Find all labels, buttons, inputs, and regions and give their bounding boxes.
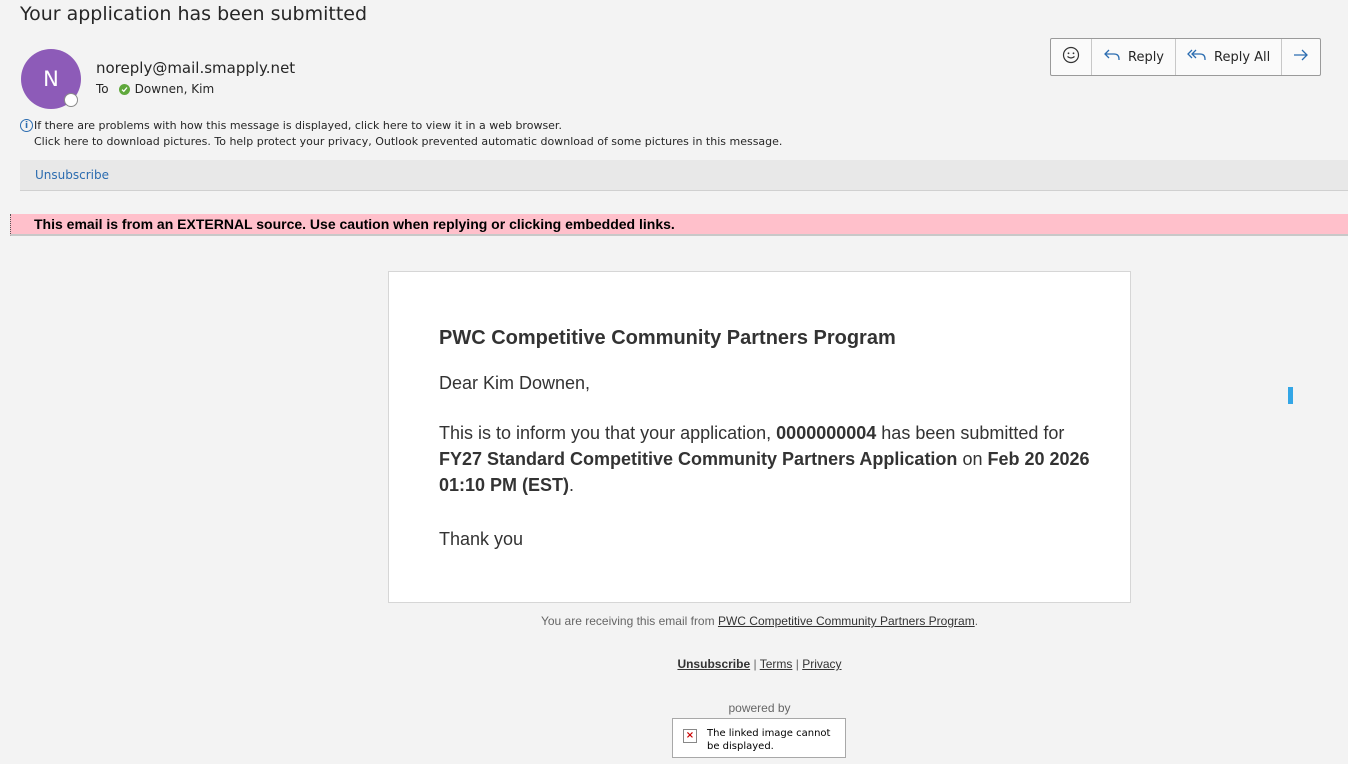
separator: | xyxy=(753,657,757,671)
separator: | xyxy=(795,657,799,671)
receiving-text: You are receiving this email from xyxy=(540,614,715,628)
powered-by-label: powered by xyxy=(728,701,791,715)
privacy-link[interactable]: Privacy xyxy=(802,657,841,671)
external-sender-banner: This email is from an EXTERNAL source. U… xyxy=(10,214,1348,236)
recipient-name[interactable]: Downen, Kim xyxy=(135,82,215,96)
broken-image-text: The linked image cannot be displayed. xyxy=(707,728,831,752)
recipient-available-icon xyxy=(118,83,130,95)
view-in-browser-notice[interactable]: If there are problems with how this mess… xyxy=(34,119,562,132)
emoji-reaction-button[interactable] xyxy=(1051,39,1092,75)
sender-address[interactable]: noreply@mail.smapply.net xyxy=(96,59,295,77)
greeting: Dear Kim Downen, xyxy=(439,373,591,393)
body-text: This is to inform you that your applicat… xyxy=(439,423,772,443)
broken-image-icon: × xyxy=(683,729,697,743)
scroll-indicator xyxy=(1288,387,1293,404)
body-text: has been submitted for xyxy=(881,423,1065,443)
reply-arrow-icon xyxy=(1103,48,1121,66)
closing-thanks: Thank you xyxy=(439,529,524,549)
avatar-initial: N xyxy=(43,67,59,91)
smiley-icon xyxy=(1062,46,1080,68)
email-subject: Your application has been submitted xyxy=(20,3,368,25)
program-link[interactable]: PWC Competitive Community Partners Progr… xyxy=(718,614,975,628)
body-text: . xyxy=(569,475,575,495)
message-card: PWC Competitive Community Partners Progr… xyxy=(388,271,1131,603)
body-text: on xyxy=(962,449,983,469)
reply-button[interactable]: Reply xyxy=(1092,39,1177,75)
program-title: PWC Competitive Community Partners Progr… xyxy=(439,327,896,349)
receiving-text: . xyxy=(974,614,979,628)
external-warning-text: This email is from an EXTERNAL source. U… xyxy=(34,216,675,232)
reply-all-label: Reply All xyxy=(1214,49,1271,65)
recipients-line: To Downen, Kim xyxy=(96,82,214,96)
footer-links: Unsubscribe | Terms | Privacy xyxy=(388,657,1131,671)
terms-link[interactable]: Terms xyxy=(760,657,793,671)
forward-button[interactable] xyxy=(1282,39,1320,75)
unsubscribe-bar: Unsubscribe xyxy=(20,160,1348,191)
program-name: FY27 Standard Competitive Community Part… xyxy=(439,449,958,469)
presence-status-icon xyxy=(64,93,78,107)
message-body: This is to inform you that your applicat… xyxy=(439,420,1099,498)
application-number: 0000000004 xyxy=(776,423,877,443)
broken-image-placeholder[interactable]: × The linked image cannot be displayed. xyxy=(672,718,846,758)
footer-unsubscribe-link[interactable]: Unsubscribe xyxy=(677,657,750,671)
reply-all-arrow-icon xyxy=(1187,48,1207,66)
reply-all-button[interactable]: Reply All xyxy=(1176,39,1283,75)
info-icon: i xyxy=(20,119,33,132)
to-label: To xyxy=(96,82,109,96)
arrow-right-icon xyxy=(1293,48,1309,66)
unsubscribe-link[interactable]: Unsubscribe xyxy=(35,168,109,182)
reply-toolbar: Reply Reply All xyxy=(1050,38,1322,76)
reply-label: Reply xyxy=(1128,49,1165,65)
download-pictures-notice[interactable]: Click here to download pictures. To help… xyxy=(34,135,782,148)
receiving-notice: You are receiving this email from PWC Co… xyxy=(388,614,1131,628)
